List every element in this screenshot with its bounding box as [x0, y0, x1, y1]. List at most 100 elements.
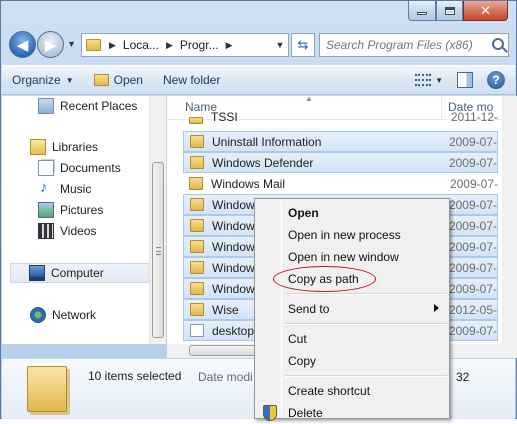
folder-icon	[189, 177, 203, 190]
file-date: 2009-07-	[448, 134, 497, 149]
menu-item-open[interactable]: Open	[257, 202, 447, 224]
breadcrumb-separator-icon[interactable]: ▶	[104, 40, 121, 51]
close-icon: ✕	[480, 3, 491, 18]
open-button[interactable]: Open	[84, 66, 153, 94]
file-name: Windows Defender	[212, 155, 314, 170]
search-icon[interactable]	[492, 38, 504, 50]
menu-item-delete[interactable]: Delete	[257, 402, 447, 424]
file-date: 2009-07-	[448, 155, 497, 170]
table-row[interactable]: Windows Mail 2009-07-	[183, 173, 498, 194]
refresh-icon: ⇆	[297, 37, 309, 52]
file-date: 2009-07-	[448, 197, 497, 212]
nav-item-recent-places[interactable]: Recent Places	[38, 96, 149, 116]
new-folder-label: New folder	[162, 73, 221, 87]
folder-icon	[189, 117, 203, 124]
organize-label: Organize	[12, 73, 61, 87]
breadcrumb-separator-icon[interactable]: ▶	[221, 40, 238, 51]
nav-item-pictures[interactable]: Pictures	[38, 200, 149, 220]
folder-icon	[190, 261, 204, 274]
menu-separator	[285, 375, 447, 377]
file-date: 2009-07-	[448, 218, 497, 233]
breadcrumb-local-disk[interactable]: Loca...	[121, 38, 161, 52]
file-date: 2009-07-	[448, 323, 497, 338]
file-name: Uninstall Information	[212, 134, 322, 149]
sort-ascending-icon: ▲	[305, 96, 313, 103]
file-date: 2012-05-	[448, 302, 497, 317]
folder-icon	[190, 303, 204, 316]
maximize-button[interactable]	[436, 1, 463, 21]
submenu-arrow-icon	[434, 304, 439, 312]
arrow-right-icon: ▶	[44, 36, 57, 54]
table-row[interactable]: Windows Defender 2009-07-	[183, 152, 498, 173]
caption-buttons: ✕	[408, 1, 508, 21]
nav-pane-scroll-thumb[interactable]	[152, 162, 164, 338]
open-folder-icon	[93, 74, 109, 86]
breadcrumb-separator-icon[interactable]: ▶	[161, 40, 178, 51]
menu-item-cut[interactable]: Cut	[257, 328, 447, 350]
change-view-icon[interactable]	[415, 74, 432, 86]
nav-item-label: Videos	[60, 224, 97, 238]
minimize-button[interactable]	[408, 1, 436, 21]
help-icon[interactable]: ?	[487, 71, 505, 89]
file-date: 2009-07-	[448, 260, 497, 275]
new-folder-button[interactable]: New folder	[153, 66, 230, 94]
breadcrumb-program-files[interactable]: Progr...	[178, 38, 221, 52]
views-dropdown-icon[interactable]: ▼	[435, 76, 443, 85]
menu-item-copy[interactable]: Copy	[257, 350, 447, 372]
forward-button[interactable]: ▶	[37, 31, 64, 58]
folder-icon	[82, 34, 104, 56]
recent-pages-dropdown[interactable]: ▼	[67, 39, 76, 49]
nav-pane-scrollbar[interactable]	[149, 96, 166, 344]
file-date: 2009-07-	[449, 176, 498, 191]
file-name: TSSI	[211, 112, 238, 124]
highlight-annotation	[273, 266, 376, 292]
nav-item-label: Network	[52, 308, 97, 322]
nav-item-videos[interactable]: Videos	[38, 221, 149, 241]
videos-icon	[38, 223, 54, 239]
nav-item-network[interactable]: Network	[30, 305, 149, 325]
nav-item-documents[interactable]: Documents	[38, 158, 149, 178]
nav-item-label: Libraries	[52, 140, 99, 154]
nav-item-computer[interactable]: Computer	[10, 263, 149, 283]
preview-pane-icon[interactable]	[457, 72, 473, 88]
selection-count: 10 items selected	[88, 369, 182, 383]
network-icon	[30, 307, 46, 323]
file-date: 2011-12-	[450, 112, 498, 124]
nav-item-label: Music	[60, 182, 92, 196]
search-input[interactable]	[326, 38, 486, 52]
table-row[interactable]: Uninstall Information 2009-07-	[183, 131, 498, 152]
back-button[interactable]: ◀	[9, 31, 36, 58]
libraries-icon	[30, 139, 46, 155]
maximize-icon	[444, 6, 455, 15]
file-date: 2009-07-	[448, 239, 497, 254]
nav-item-label: Recent Places	[60, 99, 138, 113]
date-modified-value: 32	[456, 370, 470, 384]
pictures-icon	[38, 202, 54, 218]
chevron-down-icon: ▼	[65, 75, 74, 85]
grip-icon	[156, 247, 161, 255]
selected-items-thumbnail-icon	[27, 366, 67, 412]
address-bar[interactable]: ▶ Loca... ▶ Progr... ▶ ▼	[81, 33, 289, 57]
menu-item-create-shortcut[interactable]: Create shortcut	[257, 380, 447, 402]
refresh-button[interactable]: ⇆	[291, 33, 315, 57]
table-row[interactable]: TSSI 2011-12-	[183, 112, 498, 124]
computer-icon	[29, 265, 45, 281]
nav-item-label: Computer	[51, 266, 104, 280]
menu-item-label: Delete	[288, 406, 323, 420]
folder-icon	[190, 219, 204, 232]
menu-item-open-in-new-window[interactable]: Open in new window	[257, 246, 447, 268]
close-button[interactable]: ✕	[463, 1, 508, 21]
menu-item-send-to[interactable]: Send to	[257, 298, 447, 320]
recent-places-icon	[38, 98, 54, 114]
nav-item-music[interactable]: Music	[38, 179, 149, 199]
search-box[interactable]	[319, 33, 509, 57]
menu-item-open-in-new-process[interactable]: Open in new process	[257, 224, 447, 246]
documents-icon	[38, 160, 54, 176]
organize-button[interactable]: Organize ▼	[2, 66, 84, 94]
file-list-scrollbar[interactable]	[502, 96, 517, 358]
open-label: Open	[113, 73, 143, 87]
nav-item-libraries[interactable]: Libraries	[30, 137, 149, 157]
file-date: 2009-07-	[448, 281, 497, 296]
folder-icon	[190, 240, 204, 253]
address-dropdown-icon[interactable]: ▼	[272, 34, 288, 56]
